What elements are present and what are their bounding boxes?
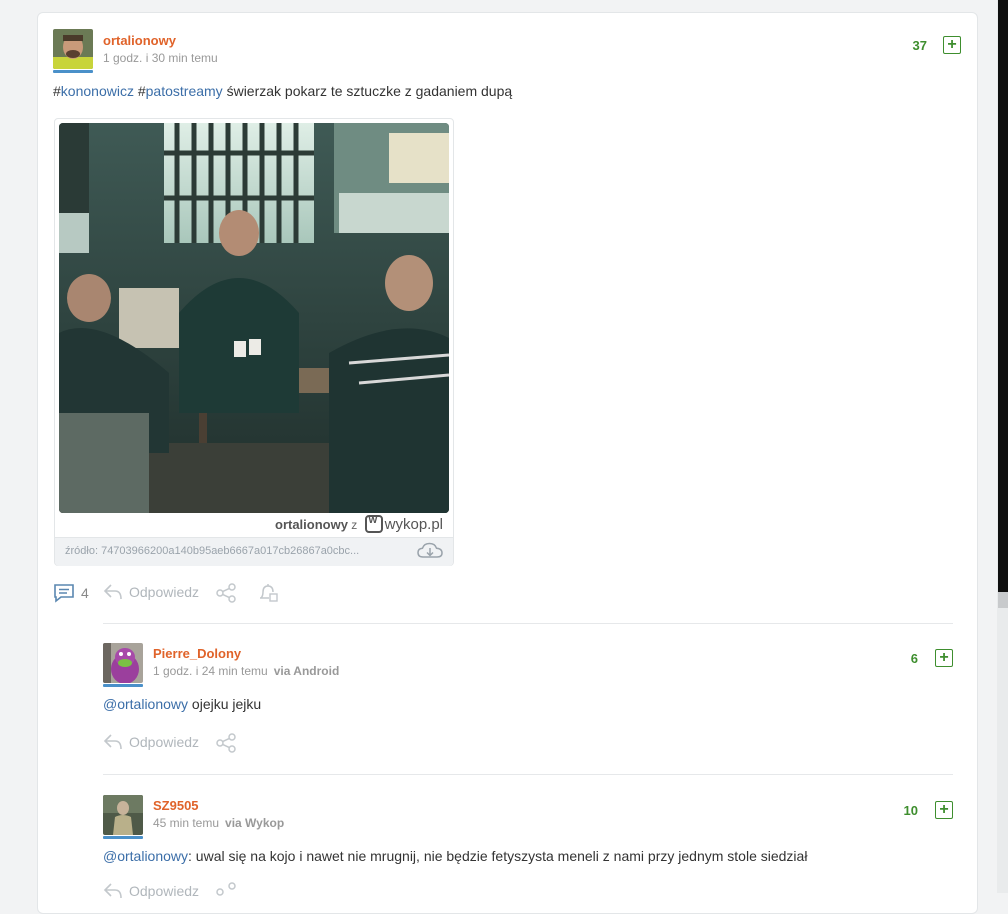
avatar-status-bar (53, 70, 93, 73)
mention-link[interactable]: @ortalionowy (103, 848, 188, 864)
tag-hash: # (53, 83, 61, 99)
post-time: 1 godz. i 30 min temu (103, 51, 218, 65)
reply-icon (103, 584, 122, 600)
post-body: #kononowicz #patostreamy świerzak pokarz… (53, 83, 512, 99)
avatar[interactable] (103, 643, 143, 683)
avatar-status-bar (103, 836, 143, 839)
avatar[interactable] (53, 29, 93, 69)
watermark-z: z (351, 518, 358, 532)
reply-label: Odpowiedz (129, 734, 200, 750)
share-button[interactable] (215, 882, 237, 902)
source-bar: źródło: 74703966200a140b95aeb6667a017cb2… (55, 537, 453, 566)
comment-body: @ortalionowy ojejku jejku (103, 696, 261, 712)
vote-count: 6 (910, 651, 918, 666)
image-watermark: ortalionowy z wykop.pl (275, 514, 443, 533)
share-button[interactable] (215, 583, 237, 603)
share-icon (216, 733, 236, 753)
scrollbar[interactable] (997, 0, 1008, 893)
comment-text: ojejku jejku (188, 696, 262, 712)
mention-link[interactable]: @ortalionowy (103, 696, 188, 712)
reply-label: Odpowiedz (129, 584, 200, 600)
reply-icon (103, 734, 122, 750)
comments-button[interactable]: 4 (53, 583, 89, 603)
comment-time-text: 1 godz. i 24 min temu (153, 664, 268, 678)
vote-count: 10 (903, 803, 918, 818)
observe-button[interactable] (257, 583, 279, 603)
tag-link[interactable]: patostreamy (146, 83, 223, 99)
embedded-media: ortalionowy z wykop.pl źródło: 747039662… (54, 118, 454, 566)
comment-via: via Android (273, 664, 340, 678)
divider (103, 623, 953, 624)
comment-time-text: 45 min temu (153, 816, 220, 830)
bell-icon (260, 584, 278, 602)
comment-username[interactable]: SZ9505 (153, 798, 199, 813)
reply-label: Odpowiedz (129, 883, 200, 899)
reply-button[interactable]: Odpowiedz (103, 583, 199, 601)
plus-icon[interactable]: + (935, 649, 953, 667)
side-panel-dark (998, 0, 1008, 592)
avatar[interactable] (103, 795, 143, 835)
reply-button[interactable]: Odpowiedz (103, 882, 199, 900)
share-button[interactable] (215, 733, 237, 753)
share-icon (216, 882, 236, 896)
scrollbar-thumb[interactable] (998, 592, 1008, 608)
download-icon[interactable] (417, 542, 443, 565)
vote-count: 37 (912, 38, 927, 53)
plus-icon[interactable]: + (943, 36, 961, 54)
share-icon (216, 583, 236, 603)
comment-via: via Wykop (225, 816, 285, 830)
watermark-site: wykop.pl (384, 516, 443, 533)
comment-username[interactable]: Pierre_Dolony (153, 646, 241, 661)
author-username[interactable]: ortalionowy (103, 33, 176, 48)
wykop-logo-icon (364, 514, 383, 533)
comments-count: 4 (81, 585, 89, 601)
reply-icon (103, 883, 122, 899)
watermark-user: ortalionowy (275, 517, 348, 532)
post-text: świerzak pokarz te sztuczke z gadaniem d… (226, 83, 513, 99)
divider (103, 774, 953, 775)
comment-icon (54, 584, 74, 603)
source-link[interactable]: źródło: 74703966200a140b95aeb6667a017cb2… (65, 545, 400, 557)
comment-time: 1 godz. i 24 min temu via Android (153, 664, 339, 678)
tag-hash: # (137, 83, 146, 99)
post-image[interactable] (59, 123, 449, 513)
reply-button[interactable]: Odpowiedz (103, 733, 199, 751)
comment-time: 45 min temu via Wykop (153, 816, 284, 830)
plus-icon[interactable]: + (935, 801, 953, 819)
tag-link[interactable]: kononowicz (61, 83, 134, 99)
comment-text: : uwal się na kojo i nawet nie mrugnij, … (188, 848, 808, 864)
avatar-status-bar (103, 684, 143, 687)
comment-body: @ortalionowy: uwal się na kojo i nawet n… (103, 848, 807, 864)
